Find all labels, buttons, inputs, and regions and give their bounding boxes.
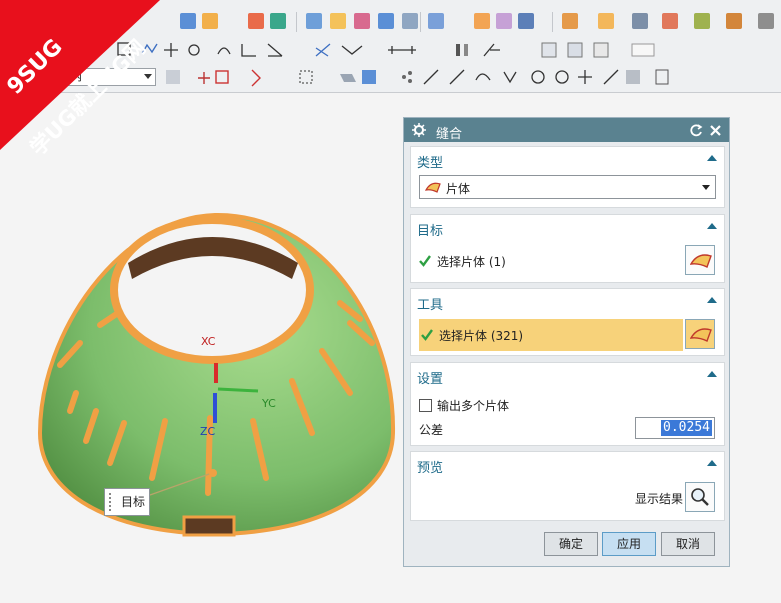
sheet-body-icon: [690, 254, 712, 268]
preview-section: 预览 显示结果: [410, 451, 725, 521]
type-section: 类型 片体: [410, 146, 725, 208]
tool-section-header[interactable]: 工具: [417, 294, 443, 313]
target-select-label[interactable]: 选择片体 (1): [437, 253, 506, 270]
constraint-tools-icons[interactable]: [450, 40, 660, 60]
target-section: 目标 选择片体 (1): [410, 214, 725, 283]
target-tag-label: 目标: [121, 495, 146, 509]
tool-select-label: 选择片体 (321): [439, 329, 524, 343]
chevron-down-icon: [702, 185, 710, 190]
separator: [552, 12, 553, 32]
collapse-icon[interactable]: [707, 155, 717, 161]
sew-icon[interactable]: [518, 13, 534, 29]
revolve-icon[interactable]: [248, 13, 264, 29]
select-tool-button[interactable]: [685, 319, 715, 349]
apply-button[interactable]: 应用: [602, 532, 656, 556]
axis-z-label: ZC: [200, 425, 216, 438]
target-tag: 目标: [104, 488, 150, 516]
unite-icon[interactable]: [428, 13, 444, 29]
ok-button[interactable]: 确定: [544, 532, 598, 556]
tolerance-value: 0.0254: [661, 420, 712, 436]
output-multiple-checkbox[interactable]: [419, 399, 432, 412]
drag-grip-icon: [109, 493, 115, 511]
dialog-title: 缝合: [436, 127, 463, 142]
block-icon[interactable]: [306, 13, 322, 29]
sew-dialog: 缝合 类型 片体 目标 选择片体 (1) 工具 选择片体 (321) 设置 输出…: [403, 117, 730, 567]
mesh-icon[interactable]: [562, 13, 578, 29]
separator: [296, 12, 297, 32]
collapse-icon[interactable]: [707, 223, 717, 229]
checkmark-icon: [419, 255, 431, 267]
snap-tools-icons[interactable]: [164, 66, 674, 90]
tolerance-label: 公差: [419, 423, 444, 437]
shell-icon[interactable]: [378, 13, 394, 29]
sheet-body-icon: [425, 182, 441, 193]
gear-icon: [412, 123, 426, 137]
close-icon[interactable]: [709, 124, 722, 137]
thicken-icon[interactable]: [694, 13, 710, 29]
grid-icon[interactable]: [758, 13, 774, 29]
hole-icon[interactable]: [270, 13, 286, 29]
settings-section-header[interactable]: 设置: [417, 368, 443, 387]
wrap-icon[interactable]: [726, 13, 742, 29]
separator: [420, 12, 421, 32]
type-section-header[interactable]: 类型: [417, 152, 443, 171]
dialog-titlebar[interactable]: 缝合: [404, 118, 729, 142]
axis-x-label: XC: [201, 335, 216, 348]
collapse-icon[interactable]: [707, 460, 717, 466]
target-section-header[interactable]: 目标: [417, 220, 443, 239]
type-select[interactable]: 片体: [419, 175, 716, 199]
collapse-icon[interactable]: [707, 371, 717, 377]
type-select-value: 片体: [446, 182, 471, 196]
axis-y-label: YC: [261, 397, 276, 410]
patch-icon[interactable]: [632, 13, 648, 29]
surface-icon[interactable]: [598, 13, 614, 29]
trim-icon[interactable]: [402, 13, 418, 29]
extrude-icon[interactable]: [202, 13, 218, 29]
reset-icon[interactable]: [690, 124, 703, 137]
offset-icon[interactable]: [662, 13, 678, 29]
show-result-button[interactable]: [685, 482, 715, 512]
cancel-button[interactable]: 取消: [661, 532, 715, 556]
sheet-body-icon: [690, 328, 712, 342]
output-multiple-label: 输出多个片体: [437, 399, 510, 413]
subtract-icon[interactable]: [474, 13, 490, 29]
checkmark-icon: [421, 329, 433, 341]
magnifier-icon: [691, 488, 709, 506]
tool-section: 工具 选择片体 (321): [410, 288, 725, 356]
sketch-icon[interactable]: [180, 13, 196, 29]
settings-section: 设置 输出多个片体 公差 0.0254: [410, 362, 725, 446]
tool-select-row[interactable]: 选择片体 (321): [419, 319, 683, 351]
site-watermark-banner: 9SUG 学UG就上UG网: [0, 0, 160, 160]
collapse-icon[interactable]: [707, 297, 717, 303]
show-result-label: 显示结果: [635, 492, 684, 506]
preview-section-header[interactable]: 预览: [417, 457, 443, 476]
chamfer-icon[interactable]: [354, 13, 370, 29]
blend-icon[interactable]: [330, 13, 346, 29]
tolerance-input[interactable]: 0.0254: [635, 417, 715, 439]
intersect-icon[interactable]: [496, 13, 512, 29]
select-target-button[interactable]: [685, 245, 715, 275]
